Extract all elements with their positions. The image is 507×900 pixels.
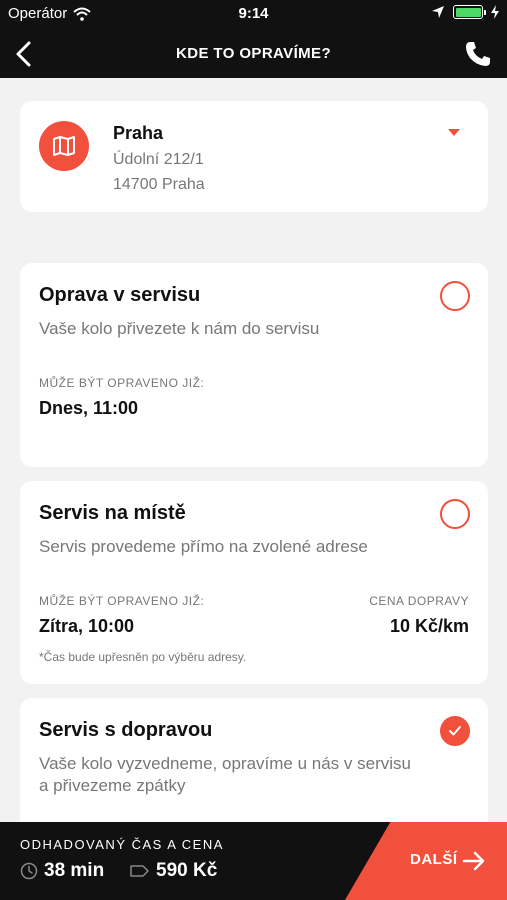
battery-icon	[453, 5, 486, 19]
charging-icon	[491, 5, 499, 19]
ready-value: Dnes, 11:00	[39, 398, 139, 418]
map-icon	[53, 136, 75, 156]
option-title: Servis s dopravou	[39, 719, 213, 741]
ready-value: Zítra, 10:00	[39, 616, 135, 636]
option-description: Vaše kolo přivezete k nám do servisu	[39, 319, 320, 338]
estimate-price-value: 590 Kč	[156, 860, 218, 881]
estimate-time-value: 38 min	[44, 860, 105, 881]
status-right-group	[431, 5, 499, 19]
address-city: Praha	[113, 123, 164, 143]
address-street: Údolní 212/1	[113, 151, 204, 168]
estimate-time: 38 min	[20, 860, 104, 882]
phone-icon[interactable]	[463, 39, 493, 69]
page-title: KDE TO OPRAVÍME?	[175, 45, 332, 62]
location-arrow-icon	[432, 6, 444, 18]
option-card-on-site[interactable]: Servis na místě Servis provedeme přímo n…	[20, 481, 488, 684]
transport-price-value: 10 Kč/km	[389, 616, 469, 636]
time-note: *Čas bude upřesněn po výběru adresy.	[39, 650, 247, 664]
status-bar: Operátor 9:14	[0, 0, 507, 30]
estimate-label: ODHADOVANÝ ČAS A CENA	[20, 837, 224, 852]
checkmark-icon	[449, 726, 461, 736]
estimate-price: 590 Kč	[130, 860, 217, 882]
next-button-label: DALŠÍ	[410, 851, 458, 868]
transport-price-label: CENA DOPRAVY	[369, 594, 469, 608]
option-title: Oprava v servisu	[39, 284, 201, 306]
address-zip-city: 14700 Praha	[113, 176, 205, 193]
option-description: Servis provedeme přímo na zvolené adrese	[39, 537, 368, 556]
next-button[interactable]: DALŠÍ	[345, 822, 507, 900]
option-radio-checked[interactable]	[440, 716, 470, 746]
option-title: Servis na místě	[39, 502, 186, 524]
footer-bar: ODHADOVANÝ ČAS A CENA 38 min 590 Kč DALŠ…	[0, 822, 507, 900]
option-radio-unchecked[interactable]	[440, 281, 470, 311]
address-card[interactable]: Praha Údolní 212/1 14700 Praha	[20, 101, 488, 212]
ready-label: MŮŽE BÝT OPRAVENO JIŽ:	[39, 376, 205, 390]
dropdown-caret-icon[interactable]	[448, 129, 460, 136]
option-radio-unchecked[interactable]	[440, 499, 470, 529]
price-tag-icon	[130, 865, 149, 877]
nav-bar: KDE TO OPRAVÍME?	[0, 30, 507, 78]
map-icon-badge	[39, 121, 89, 171]
arrow-right-icon	[462, 851, 485, 871]
ready-label: MŮŽE BÝT OPRAVENO JIŽ:	[39, 594, 205, 608]
option-card-in-service[interactable]: Oprava v servisu Vaše kolo přivezete k n…	[20, 263, 488, 467]
option-description: Vaše kolo vyzvedneme, opravíme u nás v s…	[39, 754, 411, 795]
clock-icon	[20, 862, 38, 880]
